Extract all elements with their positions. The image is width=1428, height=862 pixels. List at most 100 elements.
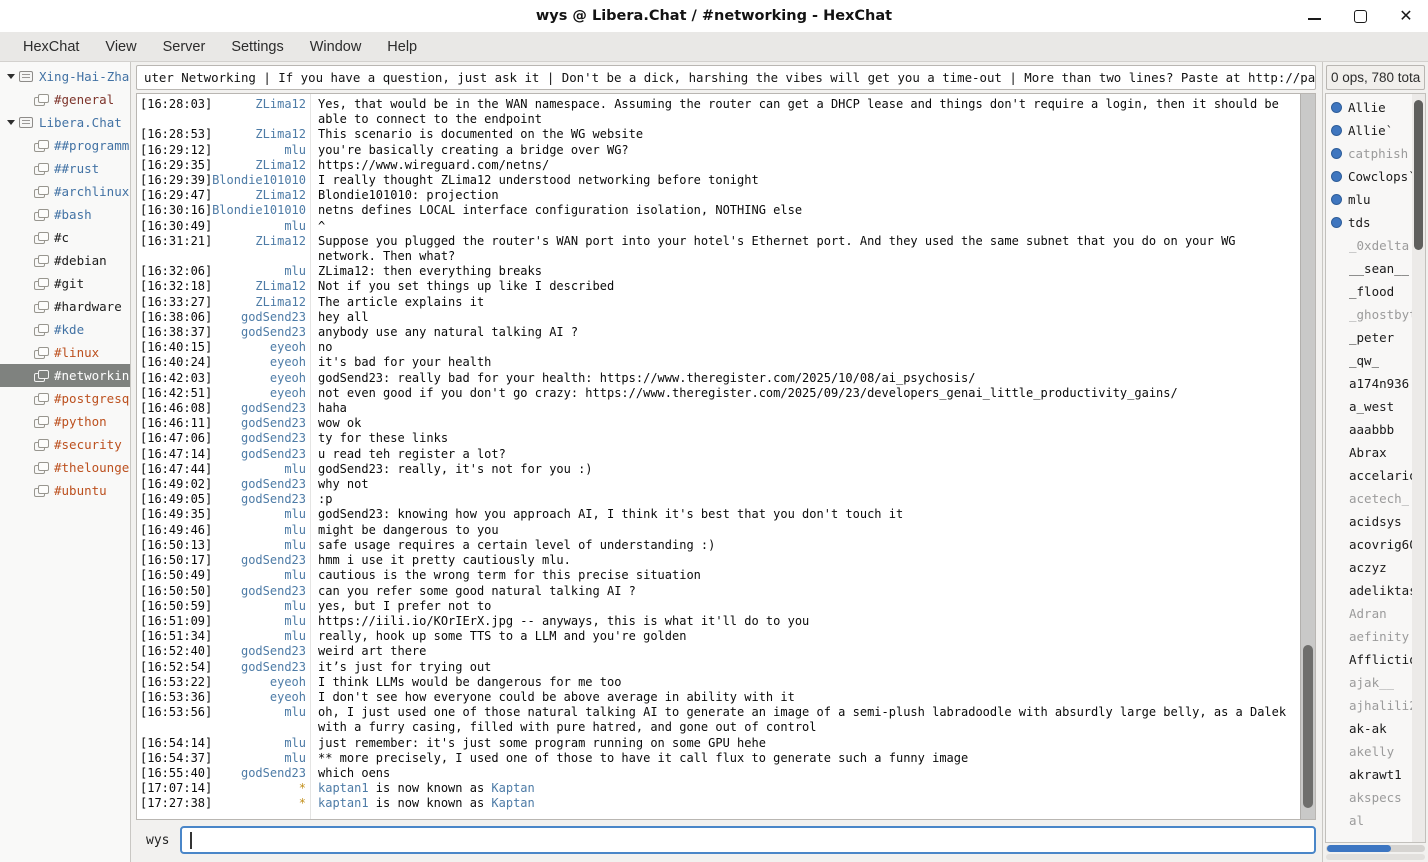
nick[interactable]: godSend23	[211, 660, 306, 675]
user-row-catphish[interactable]: catphish	[1326, 142, 1412, 165]
user-row-aefinity[interactable]: aefinity	[1326, 625, 1412, 648]
nick[interactable]: eyeoh	[211, 355, 306, 370]
minimize-button[interactable]	[1306, 8, 1322, 24]
nick[interactable]: mlu	[211, 705, 306, 735]
user-list-rows[interactable]: AllieAllie`catphishCowclops`mlutds_0xdel…	[1326, 94, 1412, 842]
nick[interactable]: mlu	[211, 736, 306, 751]
user-row-cowclops-[interactable]: Cowclops`	[1326, 165, 1412, 188]
tree-row--postgresq[interactable]: #postgresq	[0, 387, 130, 410]
nick[interactable]: Blondie101010	[211, 173, 306, 188]
menu-item-settings[interactable]: Settings	[218, 35, 296, 59]
nick[interactable]: godSend23	[211, 325, 306, 340]
nick[interactable]: mlu	[211, 143, 306, 158]
tree-row--general[interactable]: #general	[0, 88, 130, 111]
user-row-accelario[interactable]: accelario	[1326, 464, 1412, 487]
tree-row--rust[interactable]: ##rust	[0, 157, 130, 180]
nick[interactable]: godSend23	[211, 447, 306, 462]
nick[interactable]: mlu	[211, 751, 306, 766]
expander-icon[interactable]	[7, 74, 15, 79]
tree-row--python[interactable]: #python	[0, 410, 130, 433]
user-row-adeliktas[interactable]: adeliktas	[1326, 579, 1412, 602]
user-row--ghostbyt[interactable]: _ghostbyt	[1326, 303, 1412, 326]
nick[interactable]: godSend23	[211, 584, 306, 599]
menu-item-server[interactable]: Server	[150, 35, 219, 59]
user-row-akspecs[interactable]: akspecs	[1326, 786, 1412, 809]
nick[interactable]: godSend23	[211, 416, 306, 431]
nick[interactable]: ZLima12	[211, 295, 306, 310]
user-row-a-west[interactable]: a_west	[1326, 395, 1412, 418]
tree-row--archlinux[interactable]: #archlinux	[0, 180, 130, 203]
title-bar[interactable]: wys @ Libera.Chat / #networking - HexCha…	[0, 0, 1428, 32]
user-row-acetech-[interactable]: acetech_	[1326, 487, 1412, 510]
event-old-nick[interactable]: kaptan1	[318, 796, 369, 810]
chat-scrollbar-thumb[interactable]	[1303, 645, 1313, 808]
user-row-aczyz[interactable]: aczyz	[1326, 556, 1412, 579]
nick[interactable]: Blondie101010	[211, 203, 306, 218]
user-row-al[interactable]: al	[1326, 809, 1412, 832]
event-old-nick[interactable]: kaptan1	[318, 781, 369, 795]
user-row-allie-[interactable]: Allie`	[1326, 119, 1412, 142]
nick[interactable]: ZLima12	[211, 127, 306, 142]
expander-icon[interactable]	[7, 120, 15, 125]
nick[interactable]: godSend23	[211, 644, 306, 659]
nick[interactable]: eyeoh	[211, 675, 306, 690]
menu-item-window[interactable]: Window	[297, 35, 375, 59]
maximize-button[interactable]	[1352, 8, 1368, 24]
menu-item-view[interactable]: View	[92, 35, 149, 59]
user-row-mlu[interactable]: mlu	[1326, 188, 1412, 211]
tree-row--networking[interactable]: #networking	[0, 364, 130, 387]
user-row--flood[interactable]: _flood	[1326, 280, 1412, 303]
tree-row--ubuntu[interactable]: #ubuntu	[0, 479, 130, 502]
tree-row--bash[interactable]: #bash	[0, 203, 130, 226]
chat-scrollbar[interactable]	[1300, 94, 1315, 819]
nick[interactable]: mlu	[211, 538, 306, 553]
nick[interactable]: mlu	[211, 599, 306, 614]
nick[interactable]: mlu	[211, 629, 306, 644]
tree-row--kde[interactable]: #kde	[0, 318, 130, 341]
tree-row--security[interactable]: #security	[0, 433, 130, 456]
user-row--peter[interactable]: _peter	[1326, 326, 1412, 349]
user-row-adran[interactable]: Adran	[1326, 602, 1412, 625]
message-input[interactable]	[180, 826, 1316, 854]
nick[interactable]: mlu	[211, 568, 306, 583]
menu-item-hexchat[interactable]: HexChat	[10, 35, 92, 59]
nick[interactable]: eyeoh	[211, 371, 306, 386]
user-row-afflictio[interactable]: Afflictio	[1326, 648, 1412, 671]
user-row-tds[interactable]: tds	[1326, 211, 1412, 234]
server-tree[interactable]: Xing-Hai-Zhan#generalLibera.Chat##progra…	[0, 62, 131, 862]
userlist-scrollbar-thumb[interactable]	[1414, 100, 1423, 250]
user-row-akelly[interactable]: akelly	[1326, 740, 1412, 763]
event-new-nick[interactable]: Kaptan	[491, 781, 534, 795]
chat-messages[interactable]: [16:28:03]ZLima12Yes, that would be in t…	[137, 94, 1300, 819]
nick[interactable]: godSend23	[211, 401, 306, 416]
user-row-acidsys[interactable]: acidsys	[1326, 510, 1412, 533]
nick[interactable]: ZLima12	[211, 188, 306, 203]
nick[interactable]: mlu	[211, 264, 306, 279]
tree-row--programmi[interactable]: ##programmi	[0, 134, 130, 157]
tree-row-libera-chat[interactable]: Libera.Chat	[0, 111, 130, 134]
bottom-scrollbar-track[interactable]	[1326, 854, 1425, 860]
nick[interactable]: godSend23	[211, 310, 306, 325]
nick[interactable]: godSend23	[211, 492, 306, 507]
user-row--qw-[interactable]: _qw_	[1326, 349, 1412, 372]
nick[interactable]: ZLima12	[211, 234, 306, 264]
user-row-akrawt1[interactable]: akrawt1	[1326, 763, 1412, 786]
user-row-ajak-[interactable]: ajak__	[1326, 671, 1412, 694]
nick[interactable]: godSend23	[211, 766, 306, 781]
tree-row--git[interactable]: #git	[0, 272, 130, 295]
userlist-hscrollbar[interactable]	[1326, 845, 1425, 852]
nick[interactable]: godSend23	[211, 431, 306, 446]
nick[interactable]: eyeoh	[211, 340, 306, 355]
nick[interactable]: mlu	[211, 507, 306, 522]
user-row--sean-[interactable]: __sean__	[1326, 257, 1412, 280]
nick[interactable]: mlu	[211, 219, 306, 234]
tree-row--c[interactable]: #c	[0, 226, 130, 249]
user-row-a174n936[interactable]: a174n936	[1326, 372, 1412, 395]
user-row-allie[interactable]: Allie	[1326, 96, 1412, 119]
nick[interactable]: godSend23	[211, 477, 306, 492]
nick[interactable]: mlu	[211, 614, 306, 629]
user-row-acovrig60[interactable]: acovrig60	[1326, 533, 1412, 556]
user-row-ak-ak[interactable]: ak-ak	[1326, 717, 1412, 740]
close-button[interactable]: ✕	[1398, 8, 1414, 24]
tree-row--thelounge[interactable]: #thelounge	[0, 456, 130, 479]
